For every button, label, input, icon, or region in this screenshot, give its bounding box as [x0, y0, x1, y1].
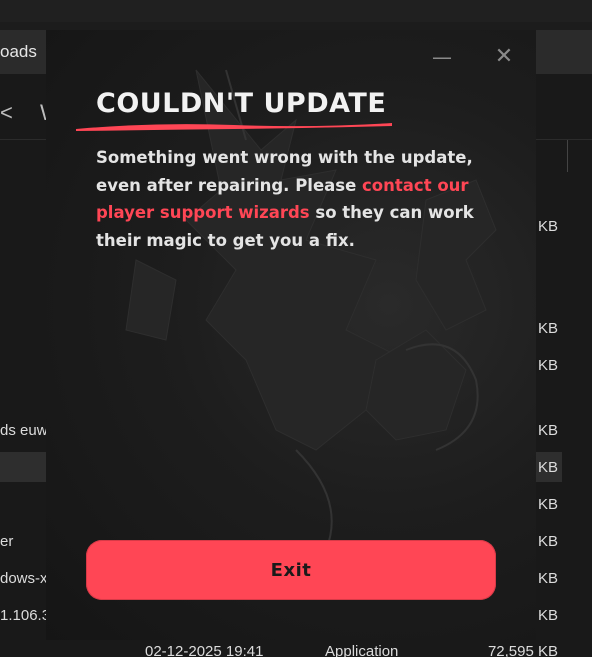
file-name[interactable]: er: [0, 533, 13, 550]
explorer-titlebar: [0, 0, 592, 22]
exit-button[interactable]: Exit: [86, 540, 496, 600]
error-message: Something went wrong with the update, ev…: [96, 144, 486, 254]
minimize-icon[interactable]: —: [429, 44, 455, 70]
file-size: KB: [537, 496, 558, 513]
dialog-title: COULDN'T UPDATE: [96, 88, 387, 119]
file-name[interactable]: dows-x: [0, 570, 48, 587]
back-icon[interactable]: <: [0, 100, 13, 126]
file-size: KB: [537, 218, 558, 235]
explorer-tab-right: [536, 30, 592, 74]
file-size: KB: [537, 533, 558, 550]
title-brush-stroke: [76, 123, 392, 131]
explorer-tab-label: oads: [0, 42, 37, 61]
file-name[interactable]: 1.106.3: [0, 607, 50, 624]
file-size: KB: [537, 570, 558, 587]
column-divider[interactable]: [567, 140, 568, 172]
file-size: KB: [537, 607, 558, 624]
file-name[interactable]: ds euw: [0, 422, 48, 439]
close-icon[interactable]: ✕: [491, 44, 517, 70]
file-size: KB: [537, 357, 558, 374]
file-date: 02-12-2025 19:41: [145, 643, 264, 657]
update-error-dialog: — ✕ COULDN'T UPDATE Something went wrong…: [46, 30, 536, 640]
file-size: KB: [537, 422, 558, 439]
file-size: KB: [537, 459, 558, 476]
file-type: Application: [325, 643, 399, 657]
file-size: 72,595 KB: [487, 643, 558, 657]
file-size: KB: [537, 320, 558, 337]
